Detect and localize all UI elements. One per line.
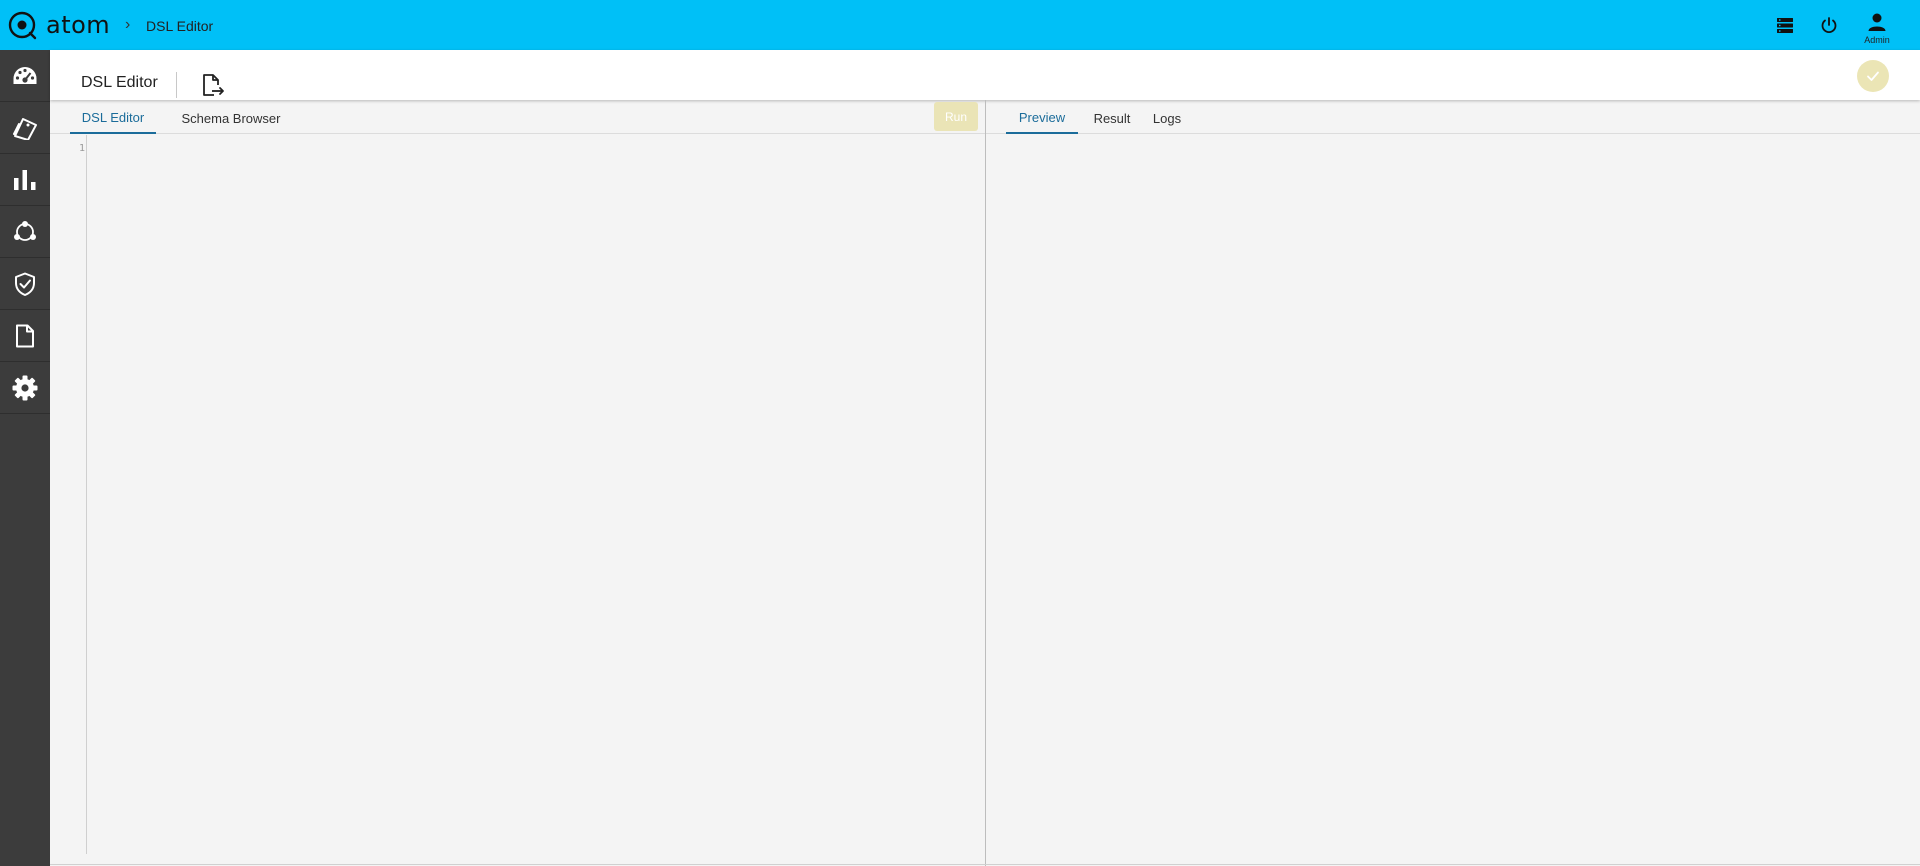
sidebar-item-documents[interactable] (0, 310, 50, 362)
sidebar-item-security[interactable] (0, 258, 50, 310)
breadcrumb-current: DSL Editor (146, 18, 214, 34)
editor-gutter: 1 (50, 135, 87, 854)
file-export-icon (203, 74, 224, 96)
run-button[interactable]: Run (934, 102, 978, 131)
brand-logo[interactable]: atom (8, 10, 110, 40)
top-bar: atom › DSL Editor Admin (0, 0, 1920, 50)
code-editor[interactable]: 1 (50, 135, 985, 854)
page-title: DSL Editor (81, 74, 158, 91)
sidebar-item-settings[interactable] (0, 362, 50, 414)
tab-result[interactable]: Result (1086, 102, 1138, 134)
tickets-icon (13, 117, 37, 140)
document-icon (16, 324, 34, 347)
bottom-divider (50, 864, 1920, 865)
confirm-button[interactable] (1857, 60, 1889, 92)
user-icon[interactable] (1865, 10, 1889, 34)
tab-logs[interactable]: Logs (1144, 102, 1190, 134)
sidebar-item-analytics[interactable] (0, 154, 50, 206)
brand-name: atom (46, 11, 111, 39)
page-toolbar: DSL Editor (50, 50, 1920, 100)
output-tabbar: Preview Result Logs (986, 102, 1920, 134)
editor-tabbar: DSL Editor Schema Browser Run (50, 102, 985, 134)
tab-schema-browser[interactable]: Schema Browser (164, 102, 298, 134)
gear-icon (12, 375, 38, 400)
toolbar-divider (176, 72, 177, 98)
user-label: Admin (1864, 35, 1890, 45)
pane-splitter[interactable] (985, 100, 986, 866)
shield-check-icon (15, 272, 35, 296)
breadcrumb-separator: › (125, 16, 131, 33)
tab-dsl-editor[interactable]: DSL Editor (70, 102, 156, 134)
atom-logo-icon (8, 11, 37, 40)
bar-chart-icon (14, 169, 36, 190)
tab-preview[interactable]: Preview (1006, 102, 1078, 134)
sidebar (0, 50, 50, 866)
sidebar-item-network[interactable] (0, 206, 50, 258)
line-number: 1 (78, 143, 85, 154)
network-icon (14, 220, 36, 241)
list-icon[interactable] (1773, 13, 1797, 37)
sidebar-item-dashboard[interactable] (0, 50, 50, 102)
export-button[interactable] (201, 72, 225, 98)
dashboard-icon (13, 66, 37, 84)
power-icon[interactable] (1817, 13, 1841, 37)
sidebar-item-tickets[interactable] (0, 102, 50, 154)
check-icon (1867, 71, 1879, 81)
